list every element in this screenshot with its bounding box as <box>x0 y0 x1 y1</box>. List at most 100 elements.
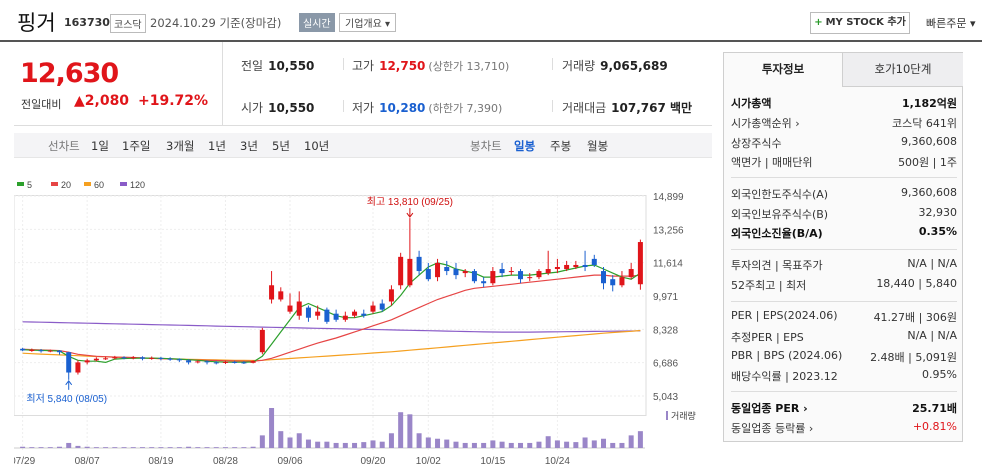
line-chart-label: 선차트 <box>48 139 80 153</box>
x-tick-label: 09/20 <box>360 456 385 467</box>
info-row-value: 41.27배 | 306원 <box>873 311 957 324</box>
open-value: 10,550 <box>268 101 315 115</box>
info-row[interactable]: 시가총액순위 › 코스닥 641위 <box>731 115 957 132</box>
candle-body <box>75 362 81 373</box>
info-row-value: 0.95% <box>922 368 957 381</box>
info-row: 외국인보유주식수(B) 32,930 <box>731 206 957 223</box>
volume-bar <box>47 447 53 448</box>
realtime-badge[interactable]: 실시간 <box>299 13 335 32</box>
info-row: 추정PER | EPS N/A | N/A <box>731 329 957 346</box>
chart-svg: 5 20 60 120 14,899 13,256 11,614 9,971 8,328 6,68… <box>10 180 696 467</box>
info-row-value: N/A | N/A <box>907 329 957 342</box>
candle-body <box>388 289 394 302</box>
volume-bar <box>176 447 182 448</box>
volume-bar <box>370 440 376 448</box>
info-row-value: 코스닥 641위 <box>892 117 957 130</box>
volume-bar <box>121 447 127 448</box>
my-stock-label: MY STOCK 추가 <box>825 17 906 28</box>
candle-body <box>370 305 376 312</box>
period-1w[interactable]: 1주일 <box>122 138 150 154</box>
info-row[interactable]: 동일업종 PER › 25.71배 <box>731 400 957 417</box>
volume-value: 9,065,689 <box>600 59 668 73</box>
volume-bar <box>84 446 90 448</box>
volume-bar <box>545 436 551 448</box>
candle-body <box>453 269 459 276</box>
volume-bar <box>342 442 348 448</box>
candle-body <box>121 357 127 359</box>
candle-body <box>232 361 238 363</box>
period-3y[interactable]: 3년 <box>240 138 258 154</box>
info-row-label: 상장주식수 <box>731 137 782 150</box>
candle-body <box>204 361 210 363</box>
y-tick-label: 14,899 <box>653 192 684 203</box>
candle-body <box>269 285 275 300</box>
candle-body <box>435 262 441 278</box>
candle-body <box>490 271 496 284</box>
y-tick-label: 5,043 <box>653 392 678 403</box>
candle-daily[interactable]: 일봉 <box>514 138 535 154</box>
low-annotation: 최저 5,840 (08/05) <box>26 393 107 405</box>
volume-bar <box>333 442 339 448</box>
volume-bar <box>554 440 560 448</box>
tab-order-book[interactable]: 호가10단계 <box>843 53 963 87</box>
legend-label-5: 5 <box>27 180 32 190</box>
volume-bar <box>269 408 275 448</box>
info-row: 상장주식수 9,360,608 <box>731 135 957 152</box>
x-tick-label: 07/29 <box>14 456 36 467</box>
volume-bar <box>167 447 173 448</box>
candle-chart-label: 봉차트 <box>470 139 502 153</box>
volume-bar <box>508 442 514 448</box>
corp-overview-label: 기업개요 <box>345 19 382 30</box>
info-row-label: 외국인한도주식수(A) <box>731 188 829 201</box>
period-1y[interactable]: 1년 <box>208 138 226 154</box>
corp-overview-button[interactable]: 기업개요 ▾ <box>339 13 397 32</box>
candle-body <box>84 360 90 363</box>
period-bar: 선차트 1일 1주일 3개월 1년 3년 5년 10년 봉차트 일봉 주봉 월봉 <box>14 133 712 158</box>
volume-bar <box>204 447 210 448</box>
y-tick-label: 11,614 <box>653 259 683 270</box>
volume-bar <box>250 446 256 448</box>
tab-investment-info[interactable]: 투자정보 <box>724 53 843 87</box>
high-annotation: 최고 13,810 (09/25) <box>367 196 453 208</box>
info-row[interactable]: 동일업종 등락률 › +0.81% <box>731 420 957 437</box>
ma5-line <box>22 262 641 364</box>
volume-bar <box>29 447 35 448</box>
x-tick-label: 10/15 <box>480 456 505 467</box>
stock-chart[interactable]: 5 20 60 120 14,899 13,256 11,614 9,971 8,328 6,68… <box>10 158 712 476</box>
period-3m[interactable]: 3개월 <box>166 138 194 154</box>
y-tick-label: 13,256 <box>653 225 684 236</box>
volume-bar <box>56 446 62 448</box>
candle-body <box>619 277 625 286</box>
info-row: 배당수익률 | 2023.12 0.95% <box>731 368 957 385</box>
candle-body <box>444 267 450 272</box>
period-5y[interactable]: 5년 <box>272 138 290 154</box>
volume-bar <box>112 447 118 448</box>
volume-bar <box>536 441 542 448</box>
volume-bar <box>601 438 607 448</box>
info-row-label: 배당수익률 | 2023.12 <box>731 370 838 383</box>
volume-legend-swatch <box>666 411 668 420</box>
volume-bar <box>527 442 533 448</box>
volume-label: 거래량 <box>671 410 696 421</box>
candle-monthly[interactable]: 월봉 <box>587 138 608 154</box>
my-stock-add-button[interactable]: + MY STOCK 추가 <box>810 12 910 34</box>
info-row-value: 2.48배 | 5,091원 <box>870 351 957 364</box>
chevron-down-icon: ▾ <box>385 19 391 30</box>
volume-bar <box>139 447 145 448</box>
candle-body <box>93 358 99 361</box>
legend-swatch-60 <box>84 182 91 186</box>
info-row-label: PER | EPS(2024.06) <box>731 309 838 322</box>
ma20-line <box>22 274 641 362</box>
info-row: 외국인소진율(B/A) 0.35% <box>731 225 957 242</box>
info-row-value: 18,440 | 5,840 <box>876 277 957 290</box>
period-10y[interactable]: 10년 <box>304 138 329 154</box>
candle-body <box>379 303 385 310</box>
legend-swatch-5 <box>17 182 24 186</box>
volume-bar <box>130 447 136 448</box>
candle-body <box>305 307 311 318</box>
volume-bar <box>195 447 201 448</box>
quick-order-button[interactable]: 빠른주문 ▾ <box>926 15 976 31</box>
volume-bar <box>93 447 99 448</box>
candle-weekly[interactable]: 주봉 <box>550 138 571 154</box>
period-1d[interactable]: 1일 <box>91 138 109 154</box>
